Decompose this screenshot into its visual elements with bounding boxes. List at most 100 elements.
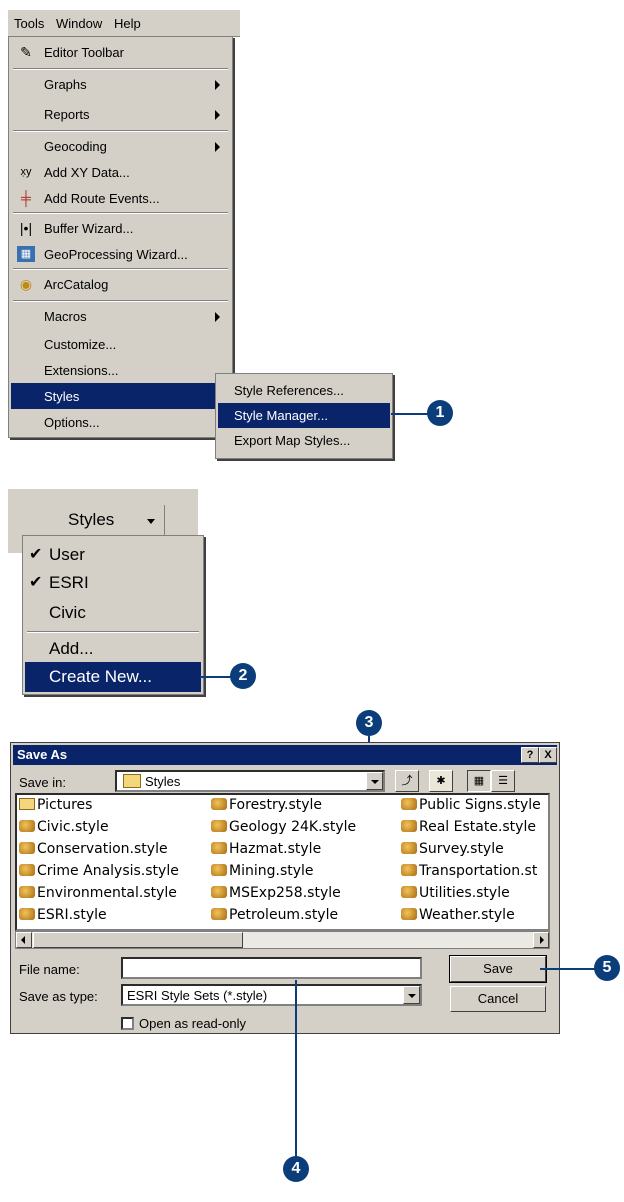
menu-separator bbox=[13, 268, 228, 270]
scroll-right-icon[interactable] bbox=[533, 932, 549, 948]
file-name-text: Geology 24K.style bbox=[229, 819, 357, 835]
menu-item-geoprocessing-wizard[interactable]: ▦ GeoProcessing Wizard... bbox=[11, 241, 230, 267]
style-file-item[interactable]: Crime Analysis.style bbox=[19, 863, 179, 879]
menu-item-reports[interactable]: Reports bbox=[11, 101, 230, 127]
style-file-item[interactable]: Petroleum.style bbox=[211, 907, 338, 923]
pencil-icon: ✎ bbox=[20, 44, 32, 60]
dropdown-item-add[interactable]: Add... bbox=[25, 634, 201, 664]
save-in-dropdown-button[interactable] bbox=[366, 772, 383, 790]
submenu-item-export-map-styles[interactable]: Export Map Styles... bbox=[218, 428, 390, 453]
file-name-text: ESRI.style bbox=[37, 907, 107, 923]
menu-window[interactable]: Window bbox=[56, 16, 102, 31]
style-file-item[interactable]: Forestry.style bbox=[211, 797, 322, 813]
style-file-icon bbox=[401, 864, 417, 876]
menu-item-customize[interactable]: Customize... bbox=[11, 331, 230, 357]
dialog-titlebar: Save As ? X bbox=[13, 745, 557, 765]
scrollbar-thumb[interactable] bbox=[33, 932, 243, 948]
menu-help[interactable]: Help bbox=[114, 16, 141, 31]
submenu-item-label: Export Map Styles... bbox=[234, 433, 351, 448]
up-one-level-icon[interactable]: ⤴ bbox=[395, 770, 419, 792]
style-file-icon bbox=[19, 842, 35, 854]
route-icon: ╪ bbox=[21, 190, 31, 206]
style-file-item[interactable]: Geology 24K.style bbox=[211, 819, 356, 835]
save-as-type-label: Save as type: bbox=[19, 989, 98, 1004]
menu-item-styles[interactable]: Styles bbox=[11, 383, 230, 409]
help-button[interactable]: ? bbox=[521, 747, 539, 763]
menu-item-macros[interactable]: Macros bbox=[11, 303, 230, 329]
menu-item-editor-toolbar[interactable]: ✎ Editor Toolbar bbox=[11, 39, 230, 65]
menu-item-options[interactable]: Options... bbox=[11, 409, 230, 435]
save-button[interactable]: Save bbox=[449, 955, 547, 983]
style-file-item[interactable]: Transportation.st bbox=[401, 863, 537, 879]
style-file-item[interactable]: Conservation.style bbox=[19, 841, 168, 857]
submenu-arrow-icon bbox=[215, 110, 220, 120]
file-name-text: Weather.style bbox=[419, 907, 515, 923]
style-file-item[interactable]: Weather.style bbox=[401, 907, 515, 923]
style-file-item[interactable]: Public Signs.style bbox=[401, 797, 541, 813]
submenu-arrow-icon bbox=[215, 80, 220, 90]
file-name-text: Survey.style bbox=[419, 841, 504, 857]
folder-item[interactable]: Pictures bbox=[19, 797, 92, 813]
callout-badge-3: 3 bbox=[356, 710, 382, 736]
menu-item-label: Options... bbox=[44, 415, 100, 430]
details-view-icon[interactable]: ☰ bbox=[491, 770, 515, 792]
dropdown-item-label: ESRI bbox=[49, 573, 89, 592]
style-file-item[interactable]: Environmental.style bbox=[19, 885, 177, 901]
readonly-checkbox[interactable] bbox=[121, 1017, 134, 1030]
menu-item-label: Geocoding bbox=[44, 139, 107, 154]
submenu-item-style-manager[interactable]: Style Manager... bbox=[218, 403, 390, 428]
styles-submenu: Style References... Style Manager... Exp… bbox=[215, 373, 393, 459]
file-name-text: Transportation.st bbox=[419, 863, 538, 879]
file-name-input[interactable] bbox=[121, 957, 422, 979]
style-file-item[interactable]: Real Estate.style bbox=[401, 819, 536, 835]
dropdown-item-create-new[interactable]: Create New... bbox=[25, 662, 201, 692]
file-list[interactable]: Pictures Civic.style Conservation.style Cri… bbox=[15, 793, 550, 931]
save-as-type-dropdown-button[interactable] bbox=[403, 986, 420, 1004]
menu-item-arccatalog[interactable]: ◉ ArcCatalog bbox=[11, 271, 230, 297]
style-file-item[interactable]: ESRI.style bbox=[19, 907, 107, 923]
submenu-item-style-references[interactable]: Style References... bbox=[218, 378, 390, 403]
menu-item-add-route-events[interactable]: ╪ Add Route Events... bbox=[11, 185, 230, 211]
file-name-text: Forestry.style bbox=[229, 797, 323, 813]
save-in-combo[interactable]: Styles bbox=[115, 770, 385, 792]
dropdown-item-esri[interactable]: ✔ ESRI bbox=[25, 568, 201, 598]
menu-item-extensions[interactable]: Extensions... bbox=[11, 357, 230, 383]
style-file-item[interactable]: MSExp258.style bbox=[211, 885, 341, 901]
submenu-arrow-icon bbox=[215, 142, 220, 152]
menu-item-buffer-wizard[interactable]: |•| Buffer Wizard... bbox=[11, 215, 230, 241]
style-file-item[interactable]: Civic.style bbox=[19, 819, 109, 835]
menu-item-geocoding[interactable]: Geocoding bbox=[11, 133, 230, 159]
scroll-left-icon[interactable] bbox=[16, 932, 32, 948]
file-name-text: Public Signs.style bbox=[419, 797, 541, 813]
style-file-item[interactable]: Hazmat.style bbox=[211, 841, 321, 857]
menu-tools[interactable]: Tools bbox=[14, 16, 44, 31]
list-view-icon[interactable]: ▦ bbox=[467, 770, 491, 792]
style-file-item[interactable]: Survey.style bbox=[401, 841, 504, 857]
menu-item-label: Add XY Data... bbox=[44, 165, 130, 180]
styles-button-label: Styles bbox=[68, 510, 115, 529]
file-name-text: Civic.style bbox=[37, 819, 109, 835]
callout-leader bbox=[200, 676, 232, 678]
style-file-icon bbox=[19, 820, 35, 832]
file-name-text: Environmental.style bbox=[37, 885, 177, 901]
submenu-arrow-icon bbox=[215, 312, 220, 322]
dropdown-item-label: Create New... bbox=[49, 667, 152, 686]
cancel-button[interactable]: Cancel bbox=[450, 986, 546, 1012]
menu-item-graphs[interactable]: Graphs bbox=[11, 71, 230, 97]
styles-dropdown-button[interactable]: Styles bbox=[22, 505, 165, 535]
folder-icon bbox=[123, 774, 141, 788]
save-as-type-combo[interactable]: ESRI Style Sets (*.style) bbox=[121, 984, 422, 1006]
style-file-icon bbox=[401, 820, 417, 832]
new-folder-icon[interactable]: ✱ bbox=[429, 770, 453, 792]
close-button[interactable]: X bbox=[539, 747, 557, 763]
style-file-item[interactable]: Utilities.style bbox=[401, 885, 510, 901]
menu-separator bbox=[13, 68, 228, 70]
horizontal-scrollbar[interactable] bbox=[15, 931, 550, 949]
menu-item-add-xy-data[interactable]: x̣y Add XY Data... bbox=[11, 159, 230, 185]
dropdown-item-civic[interactable]: Civic bbox=[25, 598, 201, 628]
dropdown-item-user[interactable]: ✔ User bbox=[25, 540, 201, 570]
style-file-item[interactable]: Mining.style bbox=[211, 863, 314, 879]
tools-menu: ✎ Editor Toolbar Graphs Reports Geocodin… bbox=[8, 36, 233, 438]
menu-item-label: Customize... bbox=[44, 337, 117, 352]
menu-item-label: Editor Toolbar bbox=[44, 45, 124, 60]
